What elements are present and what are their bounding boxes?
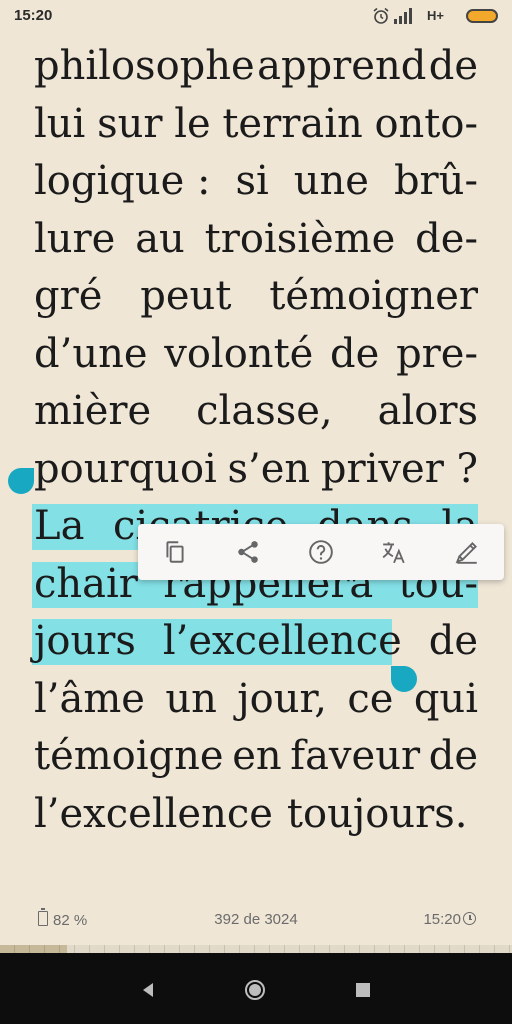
word: pourquoi (34, 445, 217, 492)
word: peut (140, 273, 232, 319)
word: au (135, 215, 185, 262)
word: logique : (34, 158, 211, 204)
text-line: mière classe, alors (34, 383, 478, 441)
back-icon[interactable] (138, 979, 160, 1001)
navigation-bar (0, 953, 512, 1024)
text-line: pourquoi s’en priver ? (34, 441, 478, 499)
word: une (293, 158, 369, 204)
word: de (330, 330, 380, 377)
share-icon (238, 541, 258, 563)
selection-start-handle[interactable] (8, 468, 34, 494)
help-icon (309, 540, 333, 564)
text-line: gré peut témoigner (34, 268, 478, 326)
share-button[interactable] (228, 532, 268, 572)
help-button[interactable] (301, 532, 341, 572)
word: si (235, 158, 269, 204)
word: lui (34, 100, 86, 147)
selection-toolbar (138, 524, 504, 580)
reader-footer: 82 % 392 de 3024 15:20 (0, 908, 512, 938)
text-line: logique : si une brû- (34, 153, 478, 211)
clock-icon (463, 912, 476, 925)
signal-icon (394, 8, 412, 24)
word: mière (34, 388, 152, 434)
battery-icon (466, 9, 498, 23)
word: s’en (227, 445, 311, 492)
progress-ticks (0, 945, 512, 953)
word: l’excellence (34, 790, 273, 837)
word: le (174, 100, 211, 147)
word: chair (34, 560, 138, 607)
word: sur (97, 100, 163, 147)
word: brû- (393, 158, 478, 204)
word: qui (413, 675, 478, 722)
highlight-pen-icon (455, 542, 478, 564)
word: La (34, 503, 85, 549)
text-line: jours l’excellence de (32, 613, 478, 671)
word: volonté (164, 330, 314, 377)
word: de (428, 43, 478, 89)
word: toujours. (286, 790, 468, 837)
reader-page[interactable]: philosophe apprend de lui sur le terrain onto-l… (32, 38, 478, 844)
word: apprend (257, 43, 427, 89)
status-icons: H+ (358, 7, 498, 25)
word: témoigne (34, 733, 224, 779)
word: philosophe (34, 43, 255, 89)
text-line: lui sur le terrain onto- (34, 96, 478, 154)
word: ce (347, 675, 394, 722)
alarm-icon (373, 7, 389, 24)
footer-time: 15:20 (423, 911, 476, 928)
translate-icon (382, 542, 405, 564)
copy-icon (166, 541, 184, 563)
status-time: 15:20 (14, 7, 53, 24)
word: de- (415, 215, 478, 262)
word: témoigner (269, 273, 478, 319)
translate-button[interactable] (374, 532, 414, 572)
word: lure (34, 215, 116, 262)
word: faveur (290, 733, 421, 779)
status-bar: 15:20 H+ (0, 0, 512, 32)
word: priver ? (320, 445, 478, 492)
text-line: philosophe apprend de (34, 38, 478, 96)
word: l’excellence (162, 618, 402, 664)
word: de (428, 733, 478, 779)
word: troisième (204, 215, 396, 262)
word: jours (34, 618, 136, 664)
word: pre- (396, 330, 478, 377)
word: un (165, 675, 217, 722)
word: onto- (374, 100, 478, 147)
highlight-button[interactable] (447, 532, 487, 572)
copy-button[interactable] (155, 532, 195, 572)
text-line: témoigne en faveur de (34, 728, 478, 786)
word: de (428, 618, 478, 664)
word: d’une (34, 330, 148, 377)
recents-icon[interactable] (352, 979, 374, 1001)
word: en (232, 733, 282, 779)
word: classe, (196, 388, 333, 434)
network-type: H+ (427, 8, 444, 23)
word: alors (377, 388, 478, 434)
reading-progress-bar[interactable] (0, 945, 512, 953)
text-line: d’une volonté de pre- (34, 326, 478, 384)
text-line: lure au troisième de- (34, 211, 478, 269)
word: gré (34, 273, 103, 319)
word: jour, (237, 675, 327, 722)
home-icon[interactable] (244, 979, 266, 1001)
text-line: l’excellence toujours. (34, 786, 478, 844)
word: terrain (222, 100, 363, 147)
footer-time-value: 15:20 (423, 911, 461, 928)
word: l’âme (34, 675, 145, 722)
